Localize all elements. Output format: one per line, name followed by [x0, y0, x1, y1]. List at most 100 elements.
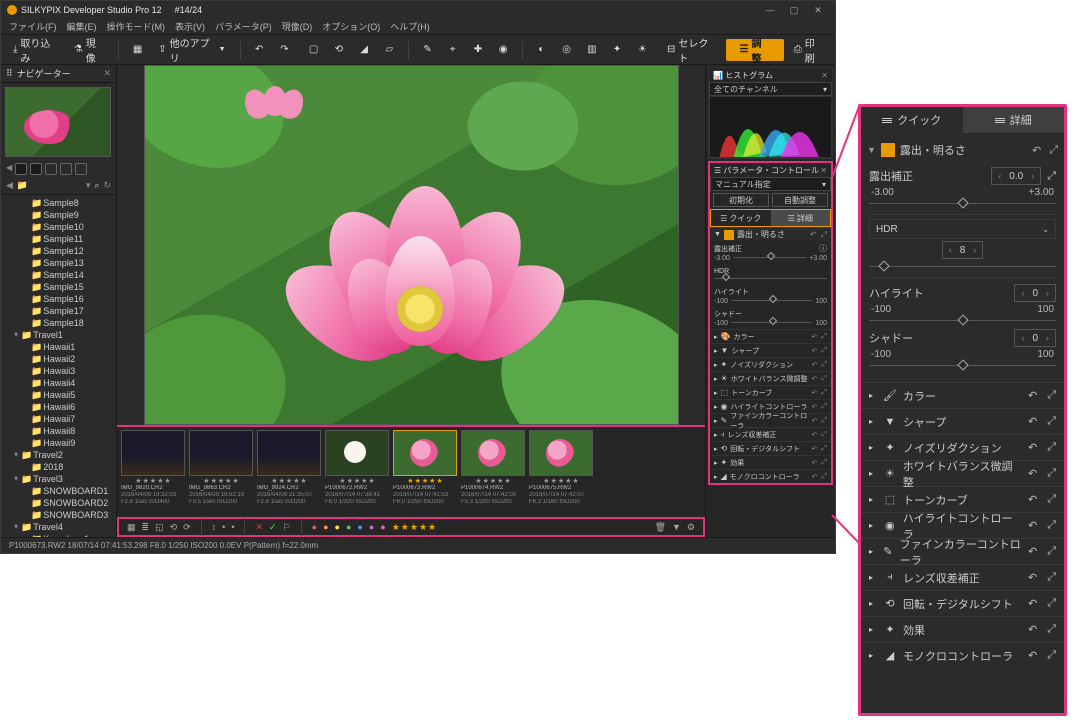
- folder-item[interactable]: 📁Hawaii1: [1, 341, 116, 353]
- param-row[interactable]: ▸⫞レンズ収差補正↶⤢: [861, 564, 1064, 590]
- menu-file[interactable]: ファイル(F): [9, 20, 57, 33]
- view-mode-3[interactable]: [45, 163, 57, 175]
- reset-icon[interactable]: ↶: [810, 230, 817, 240]
- folder-item[interactable]: 📁Sample15: [1, 281, 116, 293]
- param-row[interactable]: ▸⟲回転・デジタルシフト↶⤢: [710, 441, 831, 455]
- i-icon[interactable]: ⓘ: [819, 243, 827, 254]
- auto-adjust-button[interactable]: 自動調整: [772, 193, 828, 207]
- undo-button[interactable]: ↶: [249, 39, 270, 61]
- tool-wb-icon[interactable]: ☀: [632, 39, 653, 61]
- param-row[interactable]: ▸🖌カラー↶⤢: [861, 382, 1064, 408]
- folder-item[interactable]: 📁SNOWBOARD3: [1, 509, 116, 521]
- param-row[interactable]: ▸⬚トーンカーブ↶⤢: [710, 385, 831, 399]
- mark-2-icon[interactable]: •: [231, 522, 234, 532]
- search-icon[interactable]: ⌕: [94, 180, 99, 191]
- param-row[interactable]: ▸🎨カラー↶⤢: [710, 329, 831, 343]
- filter-icon[interactable]: ▼: [672, 522, 681, 533]
- thumbnail[interactable]: ★★★★★IMG_9820.CR22016/04/09 19:32:03F2.8…: [121, 430, 185, 517]
- view-mode-1[interactable]: [15, 163, 27, 175]
- thumb-size-icon[interactable]: ◱: [155, 522, 164, 533]
- trash-icon[interactable]: 🗑: [655, 522, 666, 533]
- exposure-stepper[interactable]: ‹0.0›: [991, 167, 1041, 185]
- view-mode-5[interactable]: [75, 163, 87, 175]
- param-row[interactable]: ▸◉ハイライトコントローラ↶⤢: [861, 512, 1064, 538]
- tool-radial-icon[interactable]: ◎: [556, 39, 577, 61]
- param-row[interactable]: ▸⬚トーンカーブ↶⤢: [861, 486, 1064, 512]
- folder-item[interactable]: 📁Sample13: [1, 257, 116, 269]
- tool-stamp-icon[interactable]: ⌖: [442, 39, 463, 61]
- folder-item[interactable]: 📁2018: [1, 461, 116, 473]
- chevron-left-icon[interactable]: ◀: [6, 163, 12, 175]
- param-row[interactable]: ▸◢モノクロコントローラ↶⤢: [861, 642, 1064, 668]
- tool-perspective-icon[interactable]: ▱: [379, 39, 400, 61]
- init-button[interactable]: 初期化: [713, 193, 769, 207]
- reset-icon[interactable]: ↶: [1032, 144, 1041, 157]
- select-mode-button[interactable]: ⊟ セレクト: [661, 39, 722, 61]
- close-button[interactable]: ✕: [807, 3, 829, 17]
- tool-mask-icon[interactable]: ▥: [581, 39, 602, 61]
- param-row[interactable]: ▸⫞レンズ収差補正↶⤢: [710, 427, 831, 441]
- folder-item[interactable]: 📁Hawaii3: [1, 365, 116, 377]
- folder-item[interactable]: 📁Hawaii8: [1, 425, 116, 437]
- folder-item[interactable]: 📁Sample18: [1, 317, 116, 329]
- param-row[interactable]: ▸✦効果↶⤢: [710, 455, 831, 469]
- param-row[interactable]: ▸◢モノクロコントローラ↶⤢: [710, 469, 831, 483]
- filmstrip[interactable]: ★★★★★IMG_9820.CR22016/04/09 19:32:03F2.8…: [117, 425, 705, 519]
- menu-options[interactable]: オプション(O): [322, 20, 380, 33]
- exposure-slider[interactable]: [733, 254, 806, 262]
- shadow-slider[interactable]: [869, 360, 1056, 372]
- hdr-slider[interactable]: [869, 261, 1056, 273]
- param-row[interactable]: ▸✦ノイズリダクション↶⤢: [710, 357, 831, 371]
- detail-tab[interactable]: 詳細: [963, 107, 1065, 133]
- develop-button[interactable]: ⚗ 現像: [68, 39, 110, 61]
- tool-grid-icon[interactable]: ▦: [127, 39, 148, 61]
- folder-item[interactable]: ▾📁Travel3: [1, 473, 116, 485]
- label-green-icon[interactable]: ✓: [269, 522, 277, 533]
- folder-item[interactable]: 📁Sample8: [1, 197, 116, 209]
- adjust-mode-button[interactable]: ☰ 調整: [726, 39, 784, 61]
- folder-item[interactable]: 📁Hawaii2: [1, 353, 116, 365]
- tool-rotate-icon[interactable]: ⟲: [328, 39, 349, 61]
- menu-help[interactable]: ヘルプ(H): [390, 20, 430, 33]
- shadow-stepper[interactable]: ‹0›: [1014, 329, 1056, 347]
- list-icon[interactable]: ≣: [142, 522, 150, 533]
- folder-item[interactable]: 📁Hawaii7: [1, 413, 116, 425]
- menu-params[interactable]: パラメータ(P): [215, 20, 272, 33]
- folder-item[interactable]: 📁Sample17: [1, 305, 116, 317]
- redo-button[interactable]: ↷: [274, 39, 295, 61]
- tool-brush-icon[interactable]: ✎: [417, 39, 438, 61]
- highlight-slider[interactable]: [869, 315, 1056, 327]
- folder-item[interactable]: 📁Sample9: [1, 209, 116, 221]
- folder-item[interactable]: 📁Sample14: [1, 269, 116, 281]
- hdr-dropdown[interactable]: HDR⌄: [869, 219, 1056, 239]
- dot-green-icon[interactable]: ●: [346, 522, 351, 532]
- view-mode-4[interactable]: [60, 163, 72, 175]
- exposure-header[interactable]: ▼ 露出・明るさ ↶⤢: [710, 227, 831, 241]
- menu-edit[interactable]: 編集(E): [67, 20, 97, 33]
- view-mode-2[interactable]: [30, 163, 42, 175]
- menu-view[interactable]: 表示(V): [175, 20, 205, 33]
- param-row[interactable]: ▸▼シャープ↶⤢: [861, 408, 1064, 434]
- quick-tab[interactable]: クイック: [861, 107, 963, 133]
- folder-item[interactable]: 📁Sample10: [1, 221, 116, 233]
- folder-item[interactable]: ▾📁Travel1: [1, 329, 116, 341]
- dot-blue-icon[interactable]: ●: [357, 522, 362, 532]
- tool-picker-icon[interactable]: ✦: [606, 39, 627, 61]
- navigator-thumbnail[interactable]: [5, 87, 111, 157]
- param-row[interactable]: ▸✦ノイズリダクション↶⤢: [861, 434, 1064, 460]
- minimize-button[interactable]: —: [759, 3, 781, 17]
- mark-1-icon[interactable]: •: [222, 522, 225, 532]
- menu-mode[interactable]: 操作モード(M): [107, 20, 166, 33]
- shadow-slider[interactable]: [731, 319, 812, 327]
- quick-tab[interactable]: ☰クイック: [711, 210, 771, 226]
- channel-dropdown[interactable]: 全てのチャンネル▾: [709, 82, 832, 96]
- param-row[interactable]: ▸⟲回転・デジタルシフト↶⤢: [861, 590, 1064, 616]
- tool-heal-icon[interactable]: ✚: [467, 39, 488, 61]
- folder-item[interactable]: ▾📁Travel2: [1, 449, 116, 461]
- import-button[interactable]: ⤓ 取り込み: [7, 39, 64, 61]
- param-row[interactable]: ▸✦効果↶⤢: [861, 616, 1064, 642]
- folder-item[interactable]: 📁SNOWBOARD1: [1, 485, 116, 497]
- thumbnail[interactable]: ★★★★★P1000673.RW22018/07/14 07:41:53F8.0…: [393, 430, 457, 517]
- folder-item[interactable]: 📁Sample12: [1, 245, 116, 257]
- highlight-stepper[interactable]: ‹0›: [1014, 284, 1056, 302]
